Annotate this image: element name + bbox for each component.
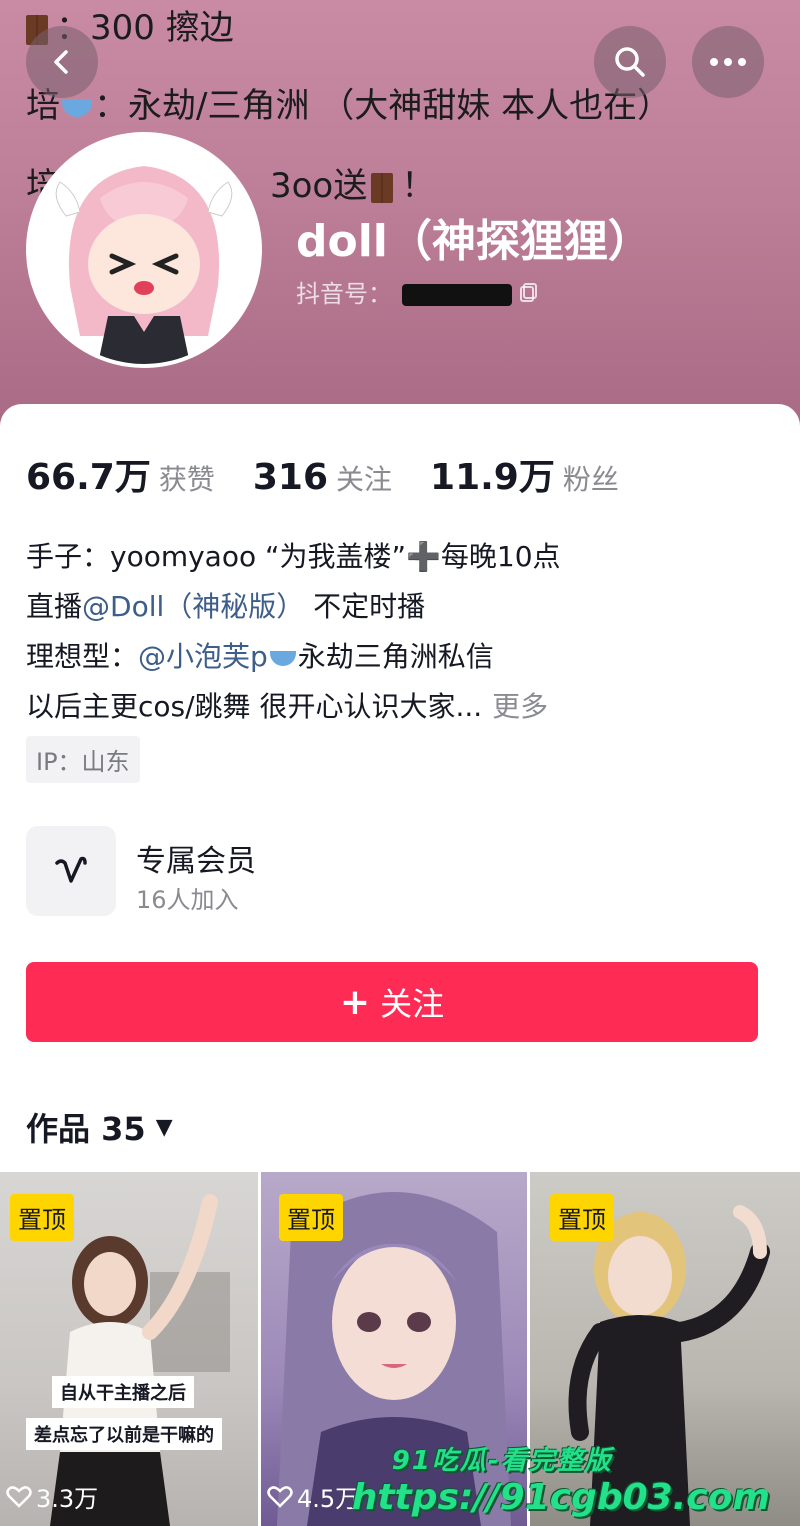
plus-icon: +: [339, 981, 371, 1023]
banner-suffix-3: ！: [401, 166, 436, 206]
stat-followers-label: 粉丝: [562, 463, 619, 496]
bio-line-1: 手子：yoomyaoo “为我盖楼”➕每晚10点: [26, 532, 561, 582]
avatar-illustration: [30, 136, 258, 364]
video-caption: 自从干主播之后: [52, 1376, 194, 1408]
avatar[interactable]: [26, 132, 262, 368]
membership-subtitle: 16人加入: [136, 886, 239, 914]
douyin-id-label: 抖音号：: [296, 280, 392, 308]
bio-text-2b: 不定时播: [304, 590, 426, 623]
stat-following[interactable]: 316 关注: [253, 457, 392, 498]
more-icon: [710, 58, 746, 66]
bio-line-2: 直播@Doll（神秘版） 不定时播: [26, 582, 561, 632]
bio-text-1: 手子：yoomyaoo “为我盖楼”: [26, 540, 407, 573]
works-tab[interactable]: 作品 35 ▼: [26, 1104, 173, 1150]
stat-likes-value: 66.7万: [26, 457, 151, 498]
heart-icon: [267, 1485, 293, 1508]
more-button[interactable]: [692, 26, 764, 98]
stats-row: 66.7万 获赞 316 关注 11.9万 粉丝: [26, 448, 657, 500]
banner-text-2: ：永劫/三角洲 （大神甜妹 本人也在）: [94, 86, 672, 126]
like-count-value: 4.5万: [297, 1485, 360, 1513]
v-icon: [55, 856, 87, 883]
search-button[interactable]: [594, 26, 666, 98]
stat-following-label: 关注: [336, 463, 393, 496]
follow-button-label: 关注: [380, 985, 445, 1023]
bio-text-3a: 理想型：: [26, 640, 139, 673]
back-icon: [54, 50, 68, 74]
watermark-line-1: 91吃瓜-看完整版: [391, 1446, 613, 1476]
bio-text-4: 以后主更cos/跳舞 很开心认识大家...: [26, 690, 483, 723]
video-thumbnail-1[interactable]: 置顶 自从干主播之后 差点忘了以前是干嘛的 3.3万: [0, 1172, 258, 1526]
membership-title[interactable]: 专属会员: [136, 836, 256, 880]
pinned-badge: 置顶: [279, 1194, 343, 1241]
ip-location-tag: IP：山东: [26, 736, 140, 783]
plus-icon: ➕: [406, 540, 441, 573]
profile-header: ：300 擦边 培：永劫/三角洲 （大神甜妹 本人也在） 培 3oo送！ dol…: [0, 0, 800, 430]
like-count-value: 3.3万: [36, 1485, 99, 1513]
banner-text-3: 3oo送: [270, 166, 368, 206]
watermark-line-2: https://91cgb03.com: [351, 1477, 770, 1518]
copy-icon[interactable]: [518, 281, 540, 309]
follow-button[interactable]: + 关注: [26, 962, 758, 1042]
stat-followers[interactable]: 11.9万 粉丝: [430, 448, 619, 500]
stat-following-value: 316: [252, 457, 328, 498]
bowl-icon: [269, 650, 296, 666]
bio-text-1b: 每晚10点: [440, 540, 561, 573]
works-tab-label: 作品 35: [26, 1110, 146, 1148]
chevron-down-icon: ▼: [155, 1114, 173, 1140]
mention-xiaopaofu-link[interactable]: @小泡芙p: [138, 640, 268, 673]
banner-line-2: 培：永劫/三角洲 （大神甜妹 本人也在）: [26, 78, 671, 127]
stat-followers-value: 11.9万: [430, 457, 555, 498]
membership-button[interactable]: [26, 826, 116, 916]
bowl-icon: [62, 98, 92, 117]
mention-doll-link[interactable]: @Doll（神秘版）: [82, 590, 304, 623]
like-count: 3.3万: [6, 1479, 98, 1514]
bio: 手子：yoomyaoo “为我盖楼”➕每晚10点 直播@Doll（神秘版） 不定…: [26, 532, 561, 732]
redacted-id: [402, 284, 512, 306]
bio-line-3: 理想型：@小泡芙p 永劫三角洲私信: [26, 632, 561, 682]
profile-name: doll（神探狸狸）: [296, 216, 652, 267]
douyin-id: 抖音号：: [296, 274, 540, 309]
watermark: 91吃瓜-看完整版 https://91cgb03.com: [352, 1440, 770, 1518]
like-count: 4.5万: [267, 1479, 359, 1514]
stat-likes-label: 获赞: [158, 463, 215, 496]
pinned-badge: 置顶: [550, 1194, 614, 1241]
video-caption: 差点忘了以前是干嘛的: [26, 1418, 222, 1450]
bio-text-3b: 永劫三角洲私信: [297, 640, 494, 673]
pinned-badge: 置顶: [10, 1194, 74, 1241]
bio-more-link[interactable]: 更多: [492, 690, 548, 723]
bio-line-4: 以后主更cos/跳舞 很开心认识大家... 更多: [26, 682, 561, 732]
heart-icon: [6, 1485, 32, 1508]
back-button[interactable]: [26, 26, 98, 98]
search-icon: [615, 47, 645, 77]
stat-likes[interactable]: 66.7万 获赞: [26, 448, 215, 500]
bio-text-2a: 直播: [26, 590, 83, 623]
chocolate-icon: [371, 172, 394, 203]
